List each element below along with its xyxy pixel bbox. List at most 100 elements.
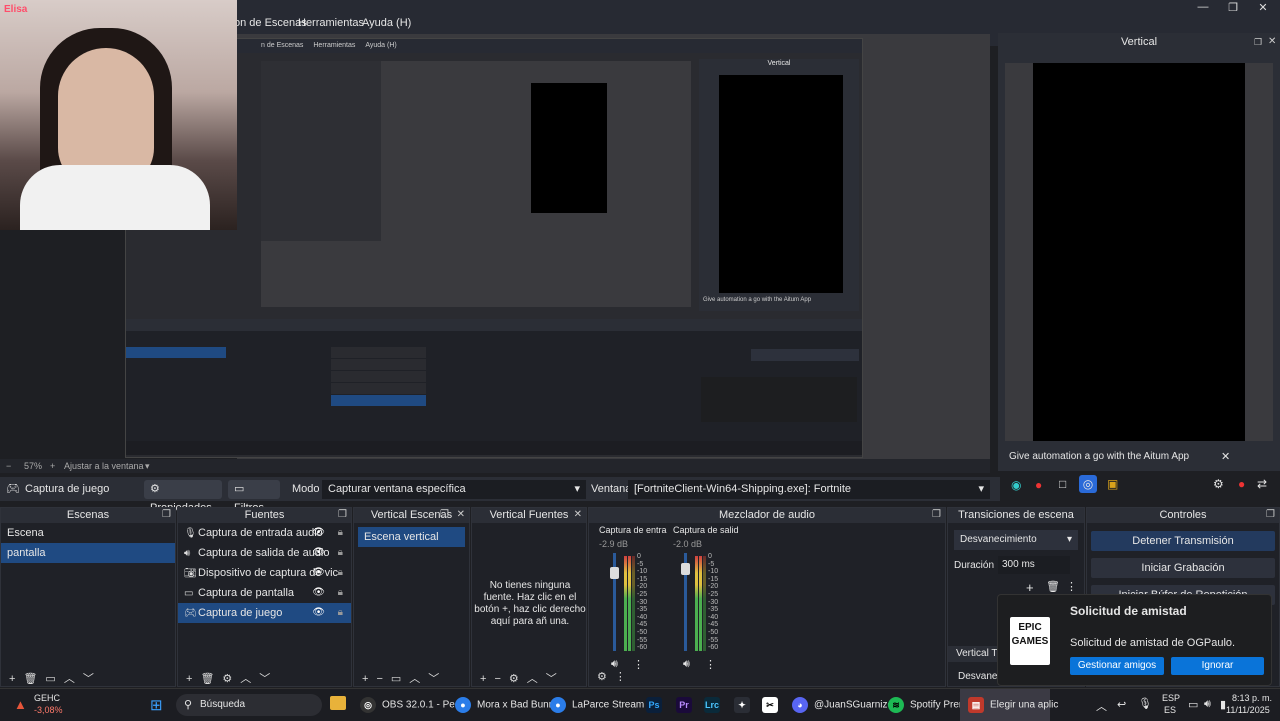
tray-chevron-icon[interactable]: ︿ <box>1096 698 1107 714</box>
windows-start-icon[interactable]: ⊞ <box>150 696 163 714</box>
scene-item[interactable]: Escena <box>1 523 175 543</box>
filters-button[interactable]: ▭ Filtros <box>228 480 280 514</box>
zoom-out-icon[interactable]: − <box>6 461 11 471</box>
move-up-icon[interactable]: ︿ <box>64 673 75 685</box>
move-down-icon[interactable]: ﹀ <box>546 673 557 685</box>
menu-tools[interactable]: Herramientas <box>298 17 364 29</box>
add-icon[interactable]: + <box>480 673 486 685</box>
properties-button[interactable]: ⚙ Propiedades <box>144 480 222 514</box>
add-icon[interactable]: + <box>186 673 192 685</box>
gear-icon[interactable]: ⚙ <box>597 671 607 683</box>
vertical-scene-item[interactable]: Escena vertical <box>358 527 465 547</box>
photoshop-icon[interactable]: Ps <box>646 697 662 713</box>
stock-widget-icon[interactable]: ▲ <box>14 697 27 712</box>
move-up-icon[interactable]: ︿ <box>240 673 251 685</box>
source-item[interactable]: 🎙︎Captura de entrada audio 👁︎ 🔒︎ <box>178 523 351 543</box>
add-icon[interactable]: + <box>362 673 368 685</box>
vertical-close-icon[interactable]: ✕ <box>1268 36 1276 47</box>
visibility-eye-icon[interactable]: 👁︎ <box>312 543 325 563</box>
capcut-icon[interactable]: ✂ <box>762 697 778 713</box>
more-icon[interactable]: ⋮ <box>615 671 626 683</box>
taskbar-app-chrome-2[interactable]: ● LaParce Stream - <box>550 697 650 713</box>
minimize-button[interactable]: — <box>1188 1 1218 15</box>
taskbar-search[interactable]: ⚲ Búsqueda <box>176 694 322 716</box>
visibility-eye-icon[interactable]: 👁︎ <box>312 523 325 543</box>
gear-icon[interactable]: ⚙ <box>509 673 519 685</box>
move-up-icon[interactable]: ︿ <box>409 673 420 685</box>
lock-icon[interactable]: 🔒︎ <box>338 583 343 603</box>
menu-help[interactable]: Ayuda (H) <box>362 17 411 29</box>
davinci-icon[interactable]: ✦ <box>734 697 750 713</box>
taskbar-app-obs[interactable]: ◎ OBS 32.0.1 - Perfi <box>360 697 463 713</box>
dock-float-icon[interactable]: ❐ <box>440 509 449 520</box>
remove-icon[interactable]: − <box>376 673 382 685</box>
move-down-icon[interactable]: ﹀ <box>428 673 439 685</box>
move-down-icon[interactable]: ﹀ <box>259 673 270 685</box>
vertical-settings-icon[interactable]: ⚙ <box>1213 477 1224 491</box>
volume-fader-2[interactable] <box>681 563 690 575</box>
language-code[interactable]: ESP <box>1162 693 1180 703</box>
dock-close-icon[interactable]: ✕ <box>574 509 582 520</box>
add-icon[interactable]: + <box>1026 580 1034 595</box>
transition-select[interactable]: Desvanecimiento ▾ <box>954 530 1078 550</box>
vertical-record-icon[interactable]: ● <box>1035 478 1042 492</box>
maximize-button[interactable]: ❐ <box>1218 1 1248 15</box>
dock-float-icon[interactable]: ❐ <box>338 509 347 520</box>
vertical-square-icon[interactable]: □ <box>1059 477 1066 491</box>
stop-streaming-button[interactable]: Detener Transmisión <box>1091 531 1275 551</box>
vertical-dot-icon[interactable]: ● <box>1238 477 1245 491</box>
visibility-eye-icon[interactable]: 👁︎ <box>312 583 325 603</box>
dock-close-icon[interactable]: ✕ <box>457 509 465 520</box>
trash-icon[interactable]: 🗑︎ <box>23 673 37 685</box>
visibility-eye-icon[interactable]: 👁︎ <box>312 603 325 623</box>
monitor-icon[interactable]: ▭ <box>1188 698 1198 711</box>
volume-fader-1[interactable] <box>610 567 619 579</box>
vertical-stream-icon[interactable]: ◉ <box>1011 478 1021 492</box>
manage-friends-button[interactable]: Gestionar amigos <box>1070 657 1164 675</box>
microphone-icon[interactable]: 🎙︎ <box>1138 697 1152 710</box>
mode-select[interactable]: Capturar ventana específica ▾ <box>322 480 586 499</box>
source-item[interactable]: 🔊︎ Captura de salida de audio 👁︎ 🔒︎ <box>178 543 351 563</box>
trash-icon[interactable]: 🗑︎ <box>1046 580 1060 593</box>
dock-float-icon[interactable]: ❐ <box>932 509 941 520</box>
fit-dropdown-icon[interactable]: ▾ <box>145 461 150 472</box>
premiere-icon[interactable]: Pr <box>676 697 692 713</box>
file-explorer-icon[interactable] <box>330 696 346 710</box>
fit-window-label[interactable]: Ajustar a la ventana <box>64 461 144 471</box>
duration-input[interactable]: 300 ms <box>998 556 1070 574</box>
gear-icon[interactable]: ⚙ <box>222 673 232 685</box>
remove-icon[interactable]: − <box>494 673 500 685</box>
trash-icon[interactable]: 🗑︎ <box>200 673 214 685</box>
lock-icon[interactable]: 🔒︎ <box>338 563 343 583</box>
taskbar-app-chrome-1[interactable]: ● Mora x Bad Bunn <box>455 697 554 713</box>
volume-icon[interactable]: 🔊︎ <box>1204 698 1211 711</box>
aitum-banner-close-icon[interactable]: ✕ <box>1221 450 1230 463</box>
dock-float-icon[interactable]: ❐ <box>162 509 171 520</box>
lock-icon[interactable]: 🔒︎ <box>338 523 343 543</box>
clock-date[interactable]: 11/11/2025 <box>1226 705 1270 715</box>
zoom-in-icon[interactable]: + <box>50 461 55 471</box>
vertical-swap-icon[interactable]: ⇄ <box>1257 477 1267 491</box>
vertical-replay-icon[interactable]: ▣ <box>1107 477 1118 491</box>
window-select[interactable]: [FortniteClient-Win64-Shipping.exe]: For… <box>628 480 990 499</box>
start-recording-button[interactable]: Iniciar Grabación <box>1091 558 1275 578</box>
vertical-float-icon[interactable]: ❐ <box>1254 37 1262 48</box>
dock-float-icon[interactable]: ❐ <box>1266 509 1275 520</box>
taskbar-app-discord[interactable]: ◕ @JuanSGuarnizo <box>792 697 893 713</box>
clock-time[interactable]: 8:13 p. m. <box>1232 693 1272 703</box>
source-item[interactable]: 🎮︎Captura de juego 👁︎ 🔒︎ <box>178 603 351 623</box>
filter-icon[interactable]: ▭ <box>45 673 55 685</box>
lightroom-icon[interactable]: Lrc <box>704 697 720 713</box>
lock-icon[interactable]: 🔒︎ <box>338 543 343 563</box>
filter-icon[interactable]: ▭ <box>391 673 401 685</box>
vertical-virtualcam-icon[interactable]: ◎ <box>1079 475 1097 493</box>
ignore-button[interactable]: Ignorar <box>1171 657 1264 675</box>
taskbar-app-spotify[interactable]: ≋ Spotify Prem <box>888 697 967 713</box>
visibility-eye-icon[interactable]: 👁︎ <box>312 563 325 583</box>
menu-scene-collection[interactable]: on de Escenas <box>234 17 307 29</box>
close-button[interactable]: ✕ <box>1248 1 1278 15</box>
more-icon[interactable]: ⋮ <box>1066 580 1077 593</box>
move-down-icon[interactable]: ﹀ <box>83 673 94 685</box>
source-item[interactable]: ▭ Captura de pantalla 👁︎ 🔒︎ <box>178 583 351 603</box>
scene-item[interactable]: pantalla <box>1 543 175 563</box>
